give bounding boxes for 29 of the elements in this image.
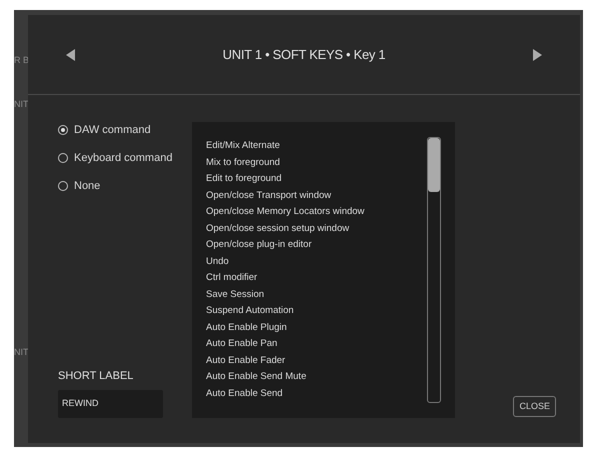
radio-option[interactable]: Keyboard command	[58, 150, 192, 166]
scrollbar[interactable]	[427, 137, 441, 403]
background-label: NIT	[14, 347, 28, 357]
radio-option[interactable]: DAW command	[58, 122, 192, 138]
short-label-field[interactable]: REWIND	[58, 390, 163, 418]
next-arrow-icon[interactable]	[532, 48, 542, 60]
close-button[interactable]: CLOSE	[513, 396, 556, 417]
radio-option[interactable]: None	[58, 178, 192, 194]
scrollbar-thumb[interactable]	[428, 138, 440, 192]
dialog-title: UNIT 1 • SOFT KEYS • Key 1	[222, 46, 386, 64]
command-item[interactable]: Auto Enable Pan	[206, 336, 278, 352]
command-item[interactable]: Mix to foreground	[206, 154, 280, 171]
command-item[interactable]: Undo	[206, 254, 229, 270]
command-item[interactable]: Auto Enable Send Mute	[206, 369, 306, 386]
command-item[interactable]: Suspend Automation	[206, 303, 294, 320]
command-item[interactable]: Open/close session setup window	[206, 220, 350, 237]
short-label-heading: SHORT LABEL	[58, 368, 134, 384]
command-item[interactable]: Auto Enable Fader	[206, 352, 286, 369]
previous-arrow-icon[interactable]	[66, 48, 76, 60]
command-item[interactable]: Edit to foreground	[206, 171, 282, 188]
command-item[interactable]: Save Session	[206, 286, 264, 303]
command-item[interactable]: Ctrl modifier	[206, 270, 258, 286]
command-item[interactable]: Auto Enable Plugin	[206, 320, 287, 336]
command-item[interactable]: Open/close Transport window	[206, 188, 332, 204]
command-item[interactable]: Open/close plug-in editor	[206, 237, 312, 254]
command-item[interactable]: Auto Enable Send	[206, 386, 283, 402]
background-label: NIT	[14, 99, 28, 109]
command-item[interactable]: Edit/Mix Alternate	[206, 138, 280, 154]
command-item[interactable]: Open/close Memory Locators window	[206, 204, 364, 220]
